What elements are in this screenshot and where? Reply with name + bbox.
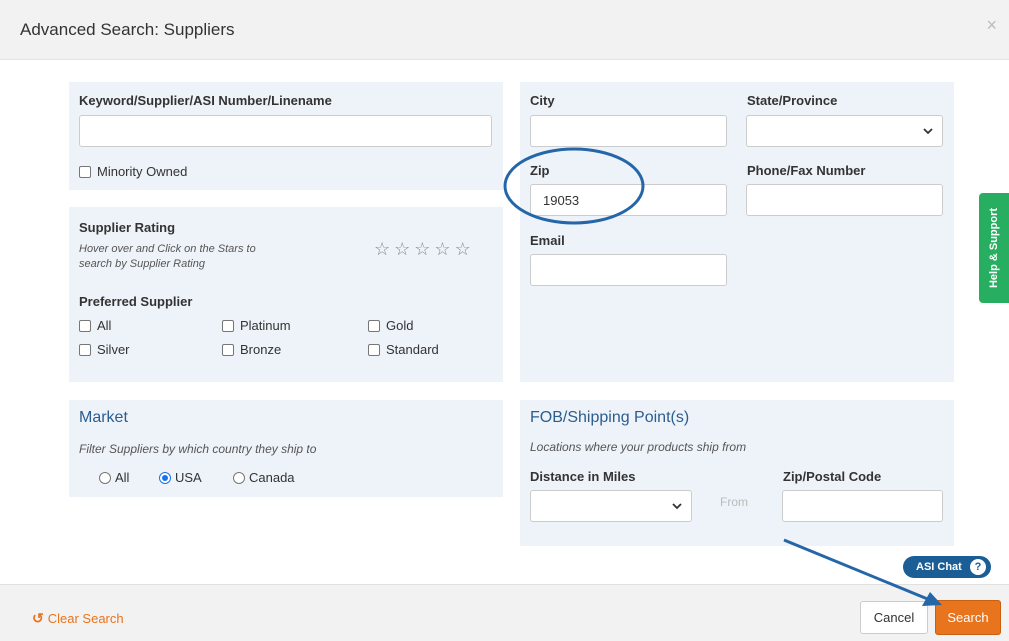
preferred-bronze-checkbox[interactable]: Bronze: [222, 342, 281, 357]
checkbox-box[interactable]: [222, 319, 234, 332]
location-panel: City State/Province Zip Phone/Fax Number…: [520, 82, 954, 382]
preferred-gold-label: Gold: [386, 318, 414, 333]
close-icon[interactable]: ×: [986, 15, 997, 36]
search-button[interactable]: Search: [935, 600, 1001, 635]
undo-icon: ↺: [32, 610, 44, 626]
rating-hint-line2: search by Supplier Rating: [79, 258, 205, 270]
checkbox-box[interactable]: [79, 165, 91, 178]
help-support-tab[interactable]: Help & Support: [979, 193, 1009, 303]
preferred-supplier-label: Preferred Supplier: [79, 294, 193, 309]
market-panel: Market Filter Suppliers by which country…: [69, 400, 503, 497]
rating-hint-line1: Hover over and Click on the Stars to: [79, 243, 256, 255]
market-canada-radio[interactable]: Canada: [233, 470, 295, 485]
chevron-down-icon: [923, 128, 933, 135]
market-canada-label: Canada: [249, 470, 295, 485]
distance-label: Distance in Miles: [530, 469, 636, 484]
star-icon[interactable]: ☆: [455, 240, 471, 258]
modal-footer: ↺ Clear Search Cancel Search: [0, 584, 1009, 641]
cancel-button[interactable]: Cancel: [860, 601, 928, 634]
postal-code-label: Zip/Postal Code: [783, 469, 882, 484]
zip-label: Zip: [530, 163, 550, 178]
minority-owned-checkbox[interactable]: Minority Owned: [79, 164, 187, 179]
checkbox-box[interactable]: [79, 319, 91, 332]
minority-owned-label: Minority Owned: [97, 164, 188, 179]
state-label: State/Province: [747, 93, 838, 108]
star-icon[interactable]: ☆: [414, 240, 430, 258]
state-select[interactable]: [746, 115, 943, 147]
star-icon[interactable]: ☆: [374, 240, 390, 258]
checkbox-box[interactable]: [222, 343, 234, 356]
zip-input[interactable]: [530, 184, 727, 216]
modal-header: Advanced Search: Suppliers ×: [0, 0, 1009, 60]
clear-search-label: Clear Search: [47, 611, 124, 626]
preferred-all-label: All: [97, 318, 112, 333]
chevron-down-icon: [672, 503, 682, 510]
radio-dot-selected[interactable]: [159, 471, 171, 484]
clear-search-link[interactable]: ↺ Clear Search: [32, 610, 124, 627]
preferred-platinum-checkbox[interactable]: Platinum: [222, 318, 291, 333]
fob-hint: Locations where your products ship from: [530, 440, 747, 454]
market-usa-radio[interactable]: USA: [159, 470, 202, 485]
preferred-silver-label: Silver: [97, 342, 130, 357]
preferred-all-checkbox[interactable]: All: [79, 318, 111, 333]
market-hint: Filter Suppliers by which country they s…: [79, 442, 317, 456]
from-text: From: [720, 495, 748, 509]
rating-panel: Supplier Rating Hover over and Click on …: [69, 207, 503, 382]
modal-title: Advanced Search: Suppliers: [20, 20, 235, 39]
keyword-input[interactable]: [79, 115, 492, 147]
star-rating: ☆ ☆ ☆ ☆ ☆: [374, 240, 471, 258]
fob-title: FOB/Shipping Point(s): [530, 409, 690, 426]
keyword-label: Keyword/Supplier/ASI Number/Linename: [79, 93, 332, 108]
star-icon[interactable]: ☆: [394, 240, 410, 258]
rating-hint: Hover over and Click on the Stars to sea…: [79, 242, 256, 272]
preferred-standard-checkbox[interactable]: Standard: [368, 342, 439, 357]
checkbox-box[interactable]: [79, 343, 91, 356]
fob-panel: FOB/Shipping Point(s) Locations where yo…: [520, 400, 954, 546]
asi-chat-button[interactable]: ASI Chat ?: [903, 556, 991, 578]
keyword-panel: Keyword/Supplier/ASI Number/Linename Min…: [69, 82, 503, 190]
preferred-gold-checkbox[interactable]: Gold: [368, 318, 413, 333]
radio-dot[interactable]: [233, 471, 245, 484]
star-icon[interactable]: ☆: [434, 240, 450, 258]
preferred-silver-checkbox[interactable]: Silver: [79, 342, 130, 357]
supplier-rating-label: Supplier Rating: [79, 220, 176, 235]
help-icon: ?: [970, 559, 986, 575]
market-all-label: All: [115, 470, 130, 485]
preferred-standard-label: Standard: [386, 342, 439, 357]
checkbox-box[interactable]: [368, 343, 380, 356]
market-usa-label: USA: [175, 470, 202, 485]
phone-input[interactable]: [746, 184, 943, 216]
phone-label: Phone/Fax Number: [747, 163, 866, 178]
market-all-radio[interactable]: All: [99, 470, 129, 485]
radio-dot[interactable]: [99, 471, 111, 484]
email-label: Email: [530, 233, 565, 248]
city-input[interactable]: [530, 115, 727, 147]
asi-chat-label: ASI Chat: [916, 561, 962, 573]
preferred-bronze-label: Bronze: [240, 342, 282, 357]
market-title: Market: [79, 409, 128, 426]
distance-select[interactable]: [530, 490, 692, 522]
email-input[interactable]: [530, 254, 727, 286]
postal-code-input[interactable]: [782, 490, 943, 522]
help-support-label: Help & Support: [988, 207, 1000, 289]
city-label: City: [530, 93, 555, 108]
checkbox-box[interactable]: [368, 319, 380, 332]
preferred-platinum-label: Platinum: [240, 318, 291, 333]
